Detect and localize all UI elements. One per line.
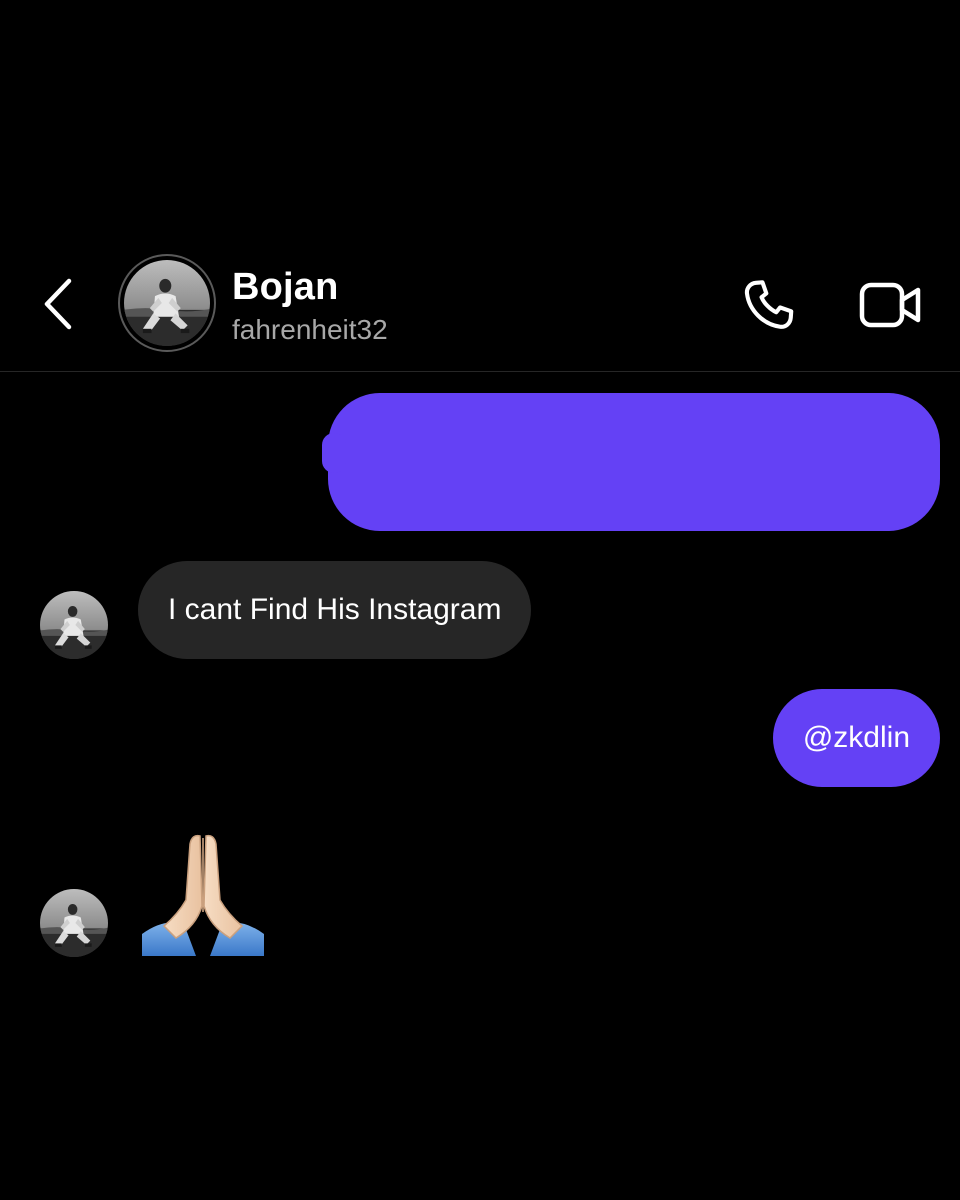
audio-call-button[interactable] [738, 274, 800, 336]
chevron-left-icon [44, 278, 72, 330]
video-camera-icon [859, 282, 921, 328]
back-button[interactable] [36, 276, 80, 332]
incoming-message-bubble[interactable]: I cant Find His Instagram [138, 561, 532, 659]
sender-avatar[interactable] [40, 591, 108, 659]
chat-header: Bojan fahrenheit32 [0, 240, 960, 372]
folded-hands-icon [142, 834, 264, 956]
outgoing-message-bubble-redacted[interactable] [322, 393, 940, 531]
phone-icon [744, 280, 794, 329]
outgoing-message-bubble[interactable]: @zkdlin [772, 689, 940, 787]
video-call-button[interactable] [856, 274, 926, 336]
incoming-emoji-message[interactable] [138, 830, 268, 958]
avatar-image [124, 260, 210, 346]
contact-username[interactable]: fahrenheit32 [232, 312, 388, 348]
profile-avatar[interactable] [118, 254, 216, 352]
contact-name[interactable]: Bojan [232, 264, 339, 310]
sender-avatar[interactable] [40, 889, 108, 957]
